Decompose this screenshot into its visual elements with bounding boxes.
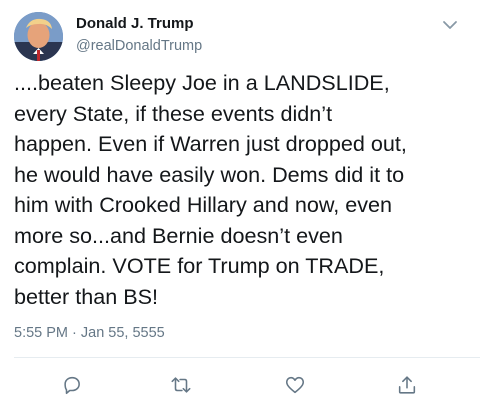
share-button[interactable] <box>396 374 418 396</box>
user-handle[interactable]: @realDonaldTrump <box>76 38 202 54</box>
like-button[interactable] <box>284 374 306 396</box>
chevron-down-icon[interactable] <box>438 13 462 37</box>
divider <box>14 357 480 358</box>
profile-photo-icon <box>14 12 63 61</box>
retweet-button[interactable] <box>170 374 192 396</box>
reply-icon <box>64 376 80 395</box>
share-icon <box>398 376 416 394</box>
display-name[interactable]: Donald J. Trump <box>76 15 194 32</box>
tweet-text: ....beaten Sleepy Joe in a LANDSLIDE, ev… <box>14 70 407 309</box>
tweet-card: Donald J. Trump @realDonaldTrump ....bea… <box>0 0 480 410</box>
reply-button[interactable] <box>61 374 83 396</box>
avatar[interactable] <box>14 12 63 61</box>
retweet-icon <box>171 377 191 393</box>
tweet-timestamp[interactable]: 5:55 PM · Jan 55, 5555 <box>14 325 165 341</box>
heart-icon <box>285 376 305 394</box>
